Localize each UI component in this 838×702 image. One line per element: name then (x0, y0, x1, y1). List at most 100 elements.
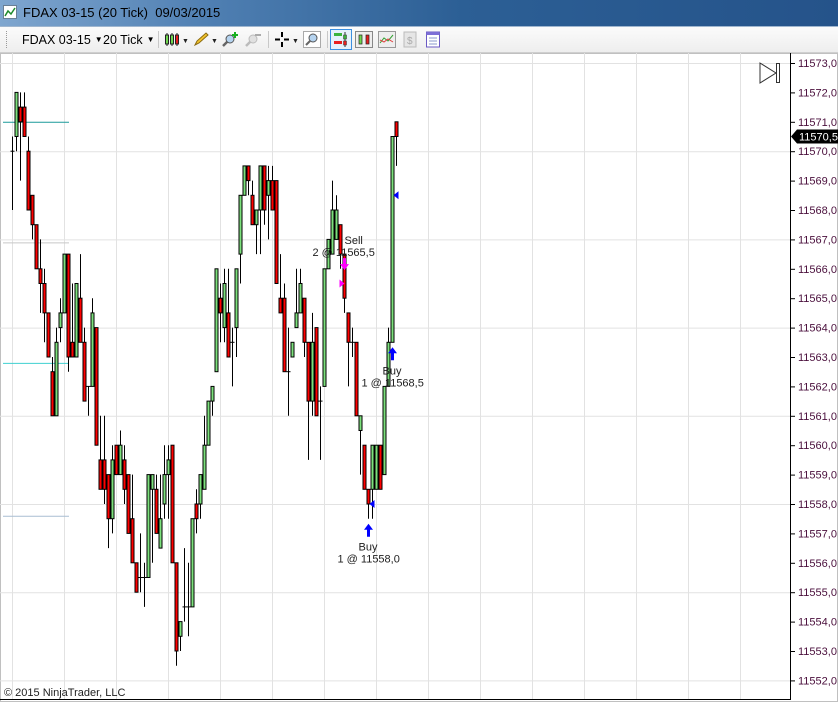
chart-style-button[interactable]: ▼ (163, 30, 191, 49)
candle-body-down (66, 253, 71, 358)
separator (158, 31, 159, 48)
candle (146, 474, 151, 579)
candle-body-up (150, 474, 155, 490)
price-chart[interactable]: Sell2 @ 11565,5Buy1 @ 11558,0Buy1 @ 1156… (0, 53, 838, 702)
candle-body-down (38, 268, 43, 285)
svg-text:▼: ▼ (182, 38, 189, 45)
strategies-icon (378, 31, 396, 48)
zoom-in-button[interactable] (220, 30, 240, 49)
price-axis-label: 11557,0 (798, 528, 837, 540)
svg-text:▼: ▼ (292, 38, 299, 45)
candle-body-up (254, 209, 259, 226)
chart-trader-button[interactable] (330, 29, 352, 50)
price-axis-label: 11569,0 (798, 176, 837, 188)
candle (174, 562, 179, 666)
candle (46, 312, 51, 358)
svg-text:▼: ▼ (211, 38, 218, 45)
candle (190, 518, 195, 608)
execution-label: 2 @ 11565,5 (313, 247, 375, 259)
indicators-button[interactable] (354, 30, 374, 49)
candle (34, 224, 39, 270)
candle-body-up (210, 385, 215, 402)
bar-end-icon (776, 63, 780, 83)
price-axis-label: 11553,0 (798, 646, 837, 658)
crosshair-icon: ▼ (275, 32, 299, 47)
candle-body-up (334, 209, 339, 240)
title-bar: FDAX 03-15 (20 Tick) 09/03/2015 (0, 0, 838, 27)
candle-body-down (394, 121, 399, 138)
candle-body-down (122, 459, 127, 490)
candle-body-down (46, 312, 51, 358)
candle-body-up (294, 312, 299, 329)
candle-body-down (282, 297, 287, 373)
candle-body-up (374, 444, 379, 490)
candle-body-down (78, 297, 83, 343)
candle-body-up (90, 312, 95, 387)
properties-button[interactable] (423, 30, 443, 49)
candle-body-up (214, 268, 219, 373)
zoom-out-button[interactable] (243, 30, 263, 49)
price-axis-label: 11556,0 (798, 558, 837, 570)
candle (242, 165, 247, 196)
candle-body-down (194, 503, 199, 520)
candle-body-up (178, 621, 183, 637)
candle-body-down (94, 327, 99, 446)
instrument-selector[interactable]: FDAX 03-15 ▼ (22, 30, 103, 49)
data-box-button[interactable]: $ (400, 30, 420, 49)
zoom-in-icon (222, 32, 238, 47)
candle-body-down (306, 341, 311, 402)
candle (362, 444, 367, 490)
candle-body-up (234, 268, 239, 329)
candle-body-up (242, 165, 247, 196)
candle (62, 253, 67, 314)
copyright-text: © 2015 NinjaTrader, LLC (4, 687, 126, 699)
strategies-button[interactable] (377, 30, 397, 49)
candle-body-up (202, 444, 207, 490)
candle-body-down (354, 341, 359, 417)
price-axis-label: 11570,0 (798, 146, 837, 158)
execution-label: Buy (359, 542, 378, 554)
candle-body-down (70, 341, 75, 358)
price-axis-label: 11571,0 (798, 117, 837, 129)
candle (290, 341, 295, 358)
candle (94, 327, 99, 446)
candle (378, 444, 383, 490)
crosshair-button[interactable]: ▼ (273, 30, 301, 49)
price-axis-label: 11568,0 (798, 205, 837, 217)
zoom-out-icon (245, 34, 261, 47)
candle-body-down (126, 474, 131, 534)
candle-body-down (170, 444, 175, 564)
instrument-label: FDAX 03-15 (22, 32, 91, 47)
price-axis-label: 11562,0 (798, 381, 837, 393)
interval-selector[interactable]: 20 Tick ▼ (103, 30, 155, 49)
candle-body-up (110, 459, 115, 520)
candle (74, 283, 79, 358)
candle (390, 136, 395, 343)
candle-body-down (22, 106, 27, 137)
candle-body-down (362, 444, 367, 490)
candle-body-up (162, 474, 167, 505)
candle-body-up (62, 253, 67, 314)
candle-body-up (54, 341, 59, 417)
execution-label: Sell (345, 235, 363, 247)
data-box-icon: $ (403, 31, 417, 48)
candle-body-down (302, 297, 307, 343)
magnifier-button[interactable] (302, 30, 322, 49)
candle-body-up (310, 341, 315, 402)
candle-body-down (270, 180, 275, 211)
candle-body-down (154, 488, 159, 534)
candle-body-up (390, 136, 395, 343)
separator (268, 31, 269, 48)
candle-body-up (298, 283, 303, 314)
price-axis-label: 11573,0 (798, 58, 837, 70)
candle (114, 444, 119, 476)
candle-body-down (98, 459, 103, 490)
candle-body-up (206, 400, 211, 446)
interval-label: 20 Tick (103, 32, 143, 47)
toolbar-grip[interactable] (6, 31, 8, 48)
candle (170, 444, 175, 564)
candle-body-up (198, 474, 203, 505)
drawing-tools-button[interactable]: ▼ (192, 30, 220, 49)
current-price-label: 11570,5 (799, 132, 838, 144)
pencil-draw-icon: ▼ (193, 32, 218, 47)
